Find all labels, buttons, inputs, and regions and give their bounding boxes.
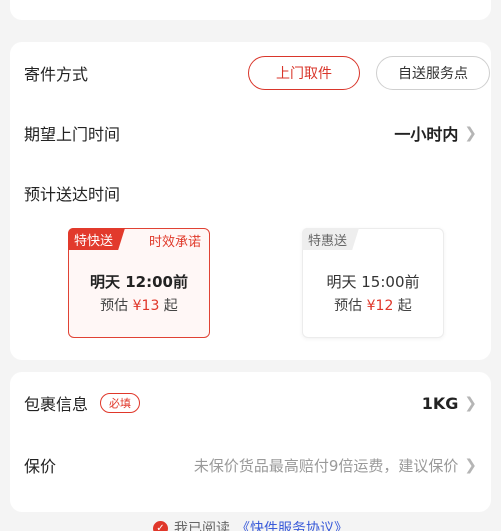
pickup-time-row[interactable]: 期望上门时间 一小时内 ❯ bbox=[24, 118, 477, 148]
delivery-time-label: 预计送达时间 bbox=[24, 185, 121, 204]
top-card bbox=[10, 0, 491, 20]
pickup-option-button[interactable]: 上门取件 bbox=[248, 56, 360, 90]
package-card: 包裹信息 必填 1KG ❯ 保价 未保价货品最高赔付9倍运费，建议保价 ❯ bbox=[10, 372, 491, 512]
package-info-row[interactable]: 包裹信息 必填 1KG ❯ bbox=[24, 388, 477, 418]
insurance-value-group: 未保价货品最高赔付9倍运费，建议保价 ❯ bbox=[194, 455, 477, 476]
economy-delivery-option[interactable]: 特惠送 明天 15:00前 预估 ¥12 起 bbox=[302, 228, 444, 338]
insurance-hint: 未保价货品最高赔付9倍运费，建议保价 bbox=[193, 456, 459, 475]
economy-price: ¥12 bbox=[366, 298, 394, 314]
express-delivery-option[interactable]: 特快送 时效承诺 明天 12:00前 预估 ¥13 起 bbox=[68, 228, 210, 338]
required-badge: 必填 bbox=[100, 393, 141, 413]
insurance-row[interactable]: 保价 未保价货品最高赔付9倍运费，建议保价 ❯ bbox=[24, 450, 477, 480]
chevron-right-icon: ❯ bbox=[464, 124, 477, 142]
pickup-time-value: 一小时内 bbox=[394, 125, 459, 144]
delivery-time-row: 预计送达时间 bbox=[24, 178, 477, 208]
economy-tag: 特惠送 bbox=[302, 228, 360, 250]
time-promise-label: 时效承诺 bbox=[148, 235, 201, 250]
chevron-right-icon: ❯ bbox=[464, 456, 477, 474]
shipping-options-card: 寄件方式 上门取件 自送服务点 期望上门时间 一小时内 ❯ 预计送达时间 特快送… bbox=[10, 42, 491, 360]
economy-estimate: 预估 ¥12 起 bbox=[334, 298, 412, 314]
express-estimate: 预估 ¥13 起 bbox=[100, 298, 178, 314]
package-weight-value: 1KG bbox=[421, 393, 459, 413]
pickup-time-label: 期望上门时间 bbox=[24, 125, 121, 144]
express-tag: 特快送 bbox=[68, 228, 126, 250]
express-time: 明天 12:00前 bbox=[90, 273, 188, 291]
package-info-label: 包裹信息 bbox=[24, 395, 89, 414]
agreement-row: ✓ 我已阅读 《快件服务协议》 bbox=[0, 518, 501, 531]
package-value-group: 1KG ❯ bbox=[422, 394, 477, 413]
pickup-time-value-group: 一小时内 ❯ bbox=[394, 121, 477, 145]
check-circle-icon[interactable]: ✓ bbox=[153, 520, 168, 531]
service-agreement-link[interactable]: 《快件服务协议》 bbox=[236, 518, 348, 531]
insurance-label: 保价 bbox=[24, 457, 57, 476]
express-price: ¥13 bbox=[132, 298, 160, 314]
self-dropoff-option-button[interactable]: 自送服务点 bbox=[376, 56, 490, 90]
agreement-prefix: 我已阅读 bbox=[174, 521, 230, 531]
chevron-right-icon: ❯ bbox=[464, 394, 477, 412]
economy-time: 明天 15:00前 bbox=[326, 273, 420, 291]
send-method-label: 寄件方式 bbox=[24, 65, 89, 84]
